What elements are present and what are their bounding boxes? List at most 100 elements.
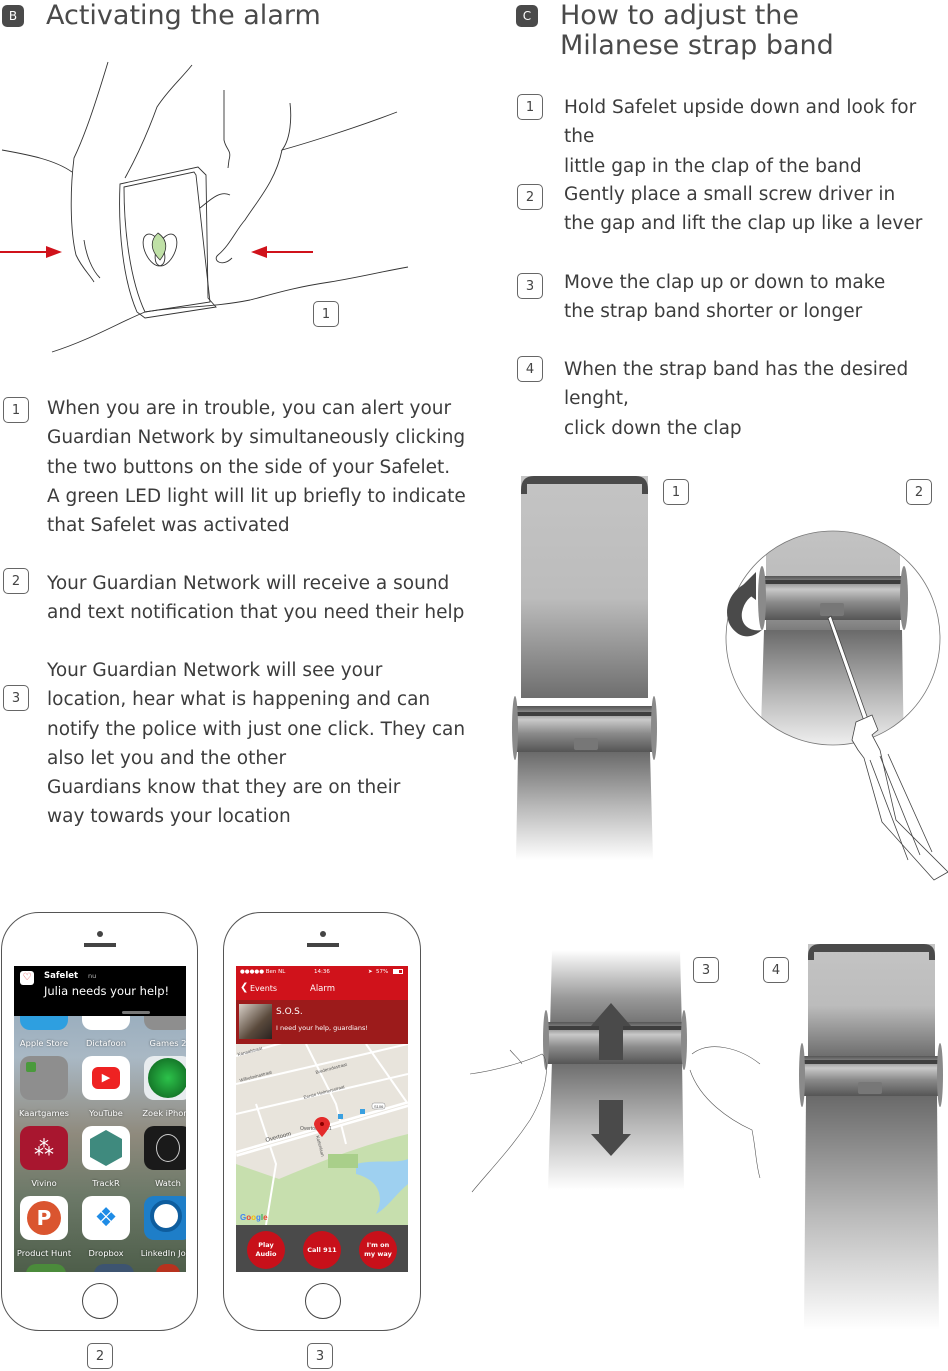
app-label: Apple Store xyxy=(19,1038,69,1048)
right-thumb xyxy=(215,149,283,264)
step-number-b1: 1 xyxy=(3,397,29,423)
home-button[interactable] xyxy=(305,1283,341,1319)
push-notification[interactable]: ♡ Safelet nu Julia needs your help! xyxy=(14,966,186,1016)
battery-text: 57% xyxy=(376,969,389,975)
step-number-b2: 2 xyxy=(3,568,29,594)
app-icon-find-iphone[interactable] xyxy=(144,1056,186,1100)
location-map[interactable]: Kanaalstraat Wilhelminastraat Brederodes… xyxy=(236,1044,408,1225)
step-number-b3: 3 xyxy=(3,685,29,711)
strap-figure-3 xyxy=(469,950,761,1193)
app-label: Kaartgames xyxy=(19,1108,69,1118)
app-icon-linkedin-jobs[interactable] xyxy=(144,1196,186,1240)
back-chevron-icon[interactable]: ❮ xyxy=(240,982,248,993)
sos-alert-banner[interactable]: S.O.S. I need your help, guardians! xyxy=(236,1000,408,1044)
step-number-c2: 2 xyxy=(517,184,543,210)
safelet-logo-icon xyxy=(142,232,178,267)
app-label: LinkedIn Jobs xyxy=(140,1248,186,1258)
figure-label-4: 4 xyxy=(763,957,789,983)
home-button[interactable] xyxy=(82,1283,118,1319)
hexagon-pin-icon xyxy=(90,1130,122,1166)
phone-alarm-screen: ●●●●● Ben NL 14:36 ➤ 57% ❮ Events Alarm … xyxy=(223,912,421,1331)
app-icon-kaartgames[interactable] xyxy=(20,1056,68,1100)
step-number-c3: 3 xyxy=(517,273,543,299)
phone-speaker xyxy=(84,943,116,947)
radar-icon xyxy=(148,1058,186,1098)
phone-label-3: 3 xyxy=(307,1343,333,1369)
google-logo: Google xyxy=(240,1213,268,1222)
right-finger-curve xyxy=(199,193,231,209)
map-graphic: Kanaalstraat Wilhelminastraat Brederodes… xyxy=(236,1044,408,1225)
phone-home-screen: Apple Store Dictafoon Games 2 Kaartgames… xyxy=(1,912,198,1331)
magnifier-icon xyxy=(150,1200,182,1232)
left-hand-top xyxy=(124,64,193,179)
step-number-c1: 1 xyxy=(517,94,543,120)
action-bar: Play Audio Call 911 I'm on my way xyxy=(236,1225,408,1272)
app-icon-vivino[interactable]: ⁂ xyxy=(20,1126,68,1170)
app-label: YouTube xyxy=(89,1108,123,1118)
app-label: Games 2 xyxy=(149,1038,186,1048)
figure-label-2: 2 xyxy=(906,479,932,505)
notification-time: nu xyxy=(88,972,97,980)
section-b-title: Activating the alarm xyxy=(46,0,321,31)
figure-label-3: 3 xyxy=(693,957,719,983)
location-pin-icon xyxy=(314,1117,330,1137)
left-finger-outline xyxy=(70,61,109,283)
wrist-line-top-left xyxy=(1,149,73,173)
street-label: Kattenlaan xyxy=(315,1135,326,1158)
press-arrow-right-icon xyxy=(251,246,313,258)
app-label: Dropbox xyxy=(88,1248,124,1258)
play-icon: ▶ xyxy=(92,1067,120,1089)
arm-bottom-line xyxy=(51,266,409,353)
section-c-title-line1: How to adjust the xyxy=(560,0,800,31)
app-label: TrackR xyxy=(92,1178,120,1188)
notification-grabber[interactable] xyxy=(122,1011,150,1014)
route-badge-text: S106 xyxy=(374,1104,384,1109)
step-text-c1: Hold Safelet upside down and look for th… xyxy=(564,97,917,177)
phone-speaker xyxy=(307,943,339,947)
press-arrow-left-icon xyxy=(0,246,62,258)
notification-message: Julia needs your help! xyxy=(44,984,170,998)
app-icon-watch[interactable] xyxy=(144,1126,186,1170)
carrier-text: ●●●●● Ben NL xyxy=(240,969,286,975)
right-finger-outline xyxy=(223,90,231,169)
section-b-badge: B xyxy=(2,5,24,27)
app-label: Watch xyxy=(155,1178,181,1188)
watch-icon xyxy=(156,1134,180,1162)
step-text-b2: Your Guardian Network will receive a sou… xyxy=(47,573,465,624)
app-label: Dictafoon xyxy=(86,1038,126,1048)
location-icon: ➤ xyxy=(368,969,373,975)
safelet-app-icon: ♡ xyxy=(20,971,34,985)
transit-icon xyxy=(360,1109,365,1114)
nav-title: Alarm xyxy=(310,984,336,994)
status-bar: ●●●●● Ben NL 14:36 ➤ 57% xyxy=(236,966,408,978)
app-icon-youtube[interactable]: ▶ xyxy=(82,1056,130,1100)
step-text-b1: When you are in trouble, you can alert y… xyxy=(47,398,466,537)
step-text-c3: Move the clap up or down to make the str… xyxy=(564,272,886,323)
app-icon-dropbox[interactable]: ❖ xyxy=(82,1196,130,1240)
clock-text: 14:36 xyxy=(314,969,330,975)
app-icon-trackr[interactable] xyxy=(82,1126,130,1170)
app-icon-product-hunt[interactable]: P xyxy=(20,1196,68,1240)
strap-figure-2 xyxy=(725,530,948,881)
alert-title: S.O.S. xyxy=(276,1007,303,1017)
right-arm-top xyxy=(280,102,398,151)
battery-icon xyxy=(393,969,403,974)
step-text-c2: Gently place a small screw driver in the… xyxy=(564,184,923,235)
safelet-screen-outline xyxy=(123,171,211,313)
step-text-c4: When the strap band has the desired leng… xyxy=(564,359,909,439)
app-label: Vivino xyxy=(31,1178,57,1188)
section-c-badge: C xyxy=(516,5,538,27)
strap-figure-4 xyxy=(799,944,943,1330)
alert-message: I need your help, guardians! xyxy=(276,1024,368,1032)
call-911-button[interactable]: Call 911 xyxy=(303,1231,341,1269)
user-avatar xyxy=(239,1004,272,1039)
back-button[interactable]: Events xyxy=(250,984,277,993)
illustration-label-1: 1 xyxy=(313,301,339,327)
green-led-icon xyxy=(151,232,167,261)
play-audio-button[interactable]: Play Audio xyxy=(247,1231,285,1269)
transit-icon xyxy=(338,1114,343,1119)
street-label: Eerste Helmersstraat xyxy=(303,1084,346,1100)
step-text-b3: Your Guardian Network will see your loca… xyxy=(47,660,466,828)
on-my-way-button[interactable]: I'm on my way xyxy=(359,1231,397,1269)
home-screen: Apple Store Dictafoon Games 2 Kaartgames… xyxy=(14,966,186,1272)
